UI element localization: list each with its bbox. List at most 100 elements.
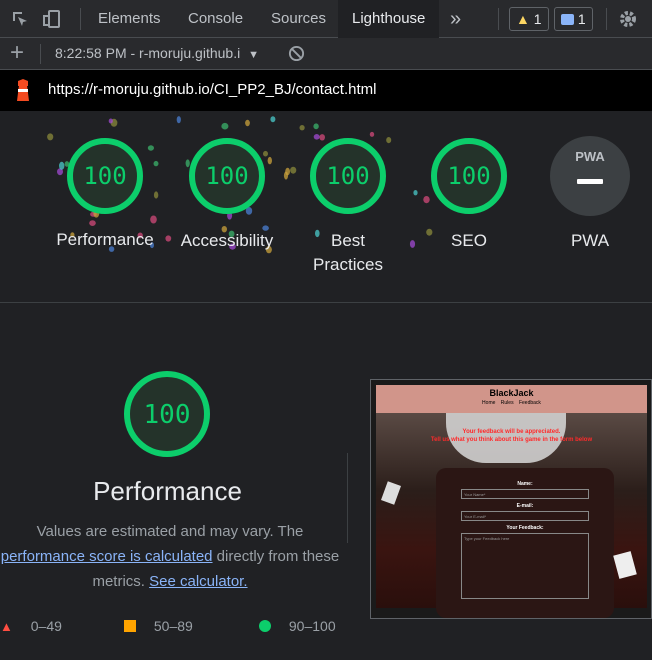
feedback-placeholder: Type your Feedback here (464, 536, 510, 541)
confetti-particle (299, 125, 305, 131)
heading-line-1: Your feedback will be appreciated. (462, 429, 561, 435)
feedback-textarea: Type your Feedback here (461, 533, 589, 599)
see-calculator-link[interactable]: See calculator. (149, 573, 247, 590)
messages-badge[interactable]: 1 (554, 7, 593, 31)
confetti-particle (59, 161, 65, 170)
section-divider (0, 302, 652, 303)
score-calculation-link[interactable]: performance score is calculated (1, 548, 213, 565)
playing-card (381, 481, 401, 505)
accessibility-label[interactable]: Accessibility (157, 229, 297, 253)
best-practices-label[interactable]: Best Practices (278, 229, 418, 277)
pwa-badge-text: PWA (575, 149, 605, 164)
feedback-label: Your Feedback: (506, 525, 544, 531)
name-placeholder: Your Name* (464, 492, 486, 497)
add-report-button[interactable]: + (10, 39, 24, 67)
confetti-particle (150, 215, 157, 224)
playing-card (613, 551, 637, 579)
seo-score: 100 (447, 162, 491, 190)
gear-icon[interactable] (618, 9, 638, 29)
warnings-count: 1 (533, 11, 542, 27)
performance-description: Values are estimated and may vary. The p… (0, 519, 340, 594)
nav-feedback: Feedback (518, 400, 541, 406)
description-text: metrics. (92, 573, 150, 590)
confetti-particle (245, 119, 250, 127)
more-tabs-button[interactable]: » (450, 0, 461, 38)
confetti-particle (89, 220, 96, 226)
casino-background: Your feedback will be appreciated. Tell … (376, 413, 647, 618)
devtools-tab-bar: Elements Console Sources Lighthouse » ▲ … (0, 0, 652, 38)
description-text: Values are estimated and may vary. The (36, 523, 304, 540)
email-label: E-mail: (516, 503, 534, 509)
performance-detail-gauge: 100 (122, 369, 212, 459)
confetti-particle (313, 123, 319, 130)
pwa-badge-circle (550, 136, 630, 216)
report-selector[interactable]: 8:22:58 PM - r-moruju.github.i ▼ (55, 45, 259, 61)
pwa-label[interactable]: PWA (520, 229, 652, 253)
best-practices-gauge[interactable]: 100 (308, 136, 388, 216)
divider (606, 8, 607, 30)
lighthouse-report: 100 Performance 100 Accessibility 100 Be… (0, 111, 652, 660)
confetti-particle (153, 160, 159, 167)
clear-icon[interactable] (288, 45, 305, 62)
performance-detail-score: 100 (143, 400, 191, 430)
divider (40, 44, 41, 64)
confetti-particle (283, 171, 289, 180)
confetti-particle (221, 122, 229, 130)
nav-home: Home (482, 400, 496, 406)
heading-line-2: Tell us what you think about this game i… (430, 437, 593, 443)
tab-lighthouse[interactable]: Lighthouse (338, 0, 440, 38)
final-screenshot[interactable]: BlackJack Home Rules Feedback Your feedb… (370, 379, 652, 619)
performance-gauge[interactable]: 100 (65, 136, 145, 216)
lighthouse-logo-icon (17, 79, 29, 101)
accessibility-gauge[interactable]: 100 (187, 136, 267, 216)
warning-icon: ▲ (516, 11, 530, 27)
tab-console[interactable]: Console (188, 0, 243, 38)
legend-pass: 90–100 (259, 618, 336, 634)
warnings-badge[interactable]: ▲ 1 (509, 7, 549, 31)
confetti-particle (47, 133, 54, 141)
messages-count: 1 (577, 11, 586, 27)
report-selector-label: 8:22:58 PM - r-moruju.github.i (55, 45, 241, 61)
pwa-badge[interactable]: PWA (550, 136, 630, 216)
description-text: directly from these (212, 548, 340, 565)
performance-label[interactable]: Performance (35, 228, 175, 252)
best-practices-score: 100 (326, 162, 370, 190)
confetti-particle (153, 191, 159, 199)
seo-label[interactable]: SEO (399, 229, 539, 253)
average-square-icon (124, 620, 136, 632)
message-icon (561, 14, 574, 25)
confetti-particle (108, 118, 113, 124)
feedback-form: Name: Your Name* E-mail: Your E-mail* Yo… (436, 468, 614, 618)
report-url[interactable]: https://r-moruju.github.io/CI_PP2_BJ/con… (48, 81, 376, 98)
seo-gauge[interactable]: 100 (429, 136, 509, 216)
site-header: BlackJack Home Rules Feedback (376, 385, 647, 413)
accessibility-score: 100 (205, 162, 249, 190)
legend-range: 90–100 (288, 618, 336, 634)
name-input: Your Name* (461, 489, 589, 499)
tab-sources[interactable]: Sources (271, 0, 326, 38)
tab-elements[interactable]: Elements (98, 0, 161, 38)
lighthouse-toolbar: + 8:22:58 PM - r-moruju.github.i ▼ (0, 38, 652, 70)
legend-fail: ▲ 0–49 (0, 618, 62, 634)
confetti-particle (176, 116, 181, 124)
report-url-bar: https://r-moruju.github.io/CI_PP2_BJ/con… (0, 70, 652, 111)
legend-range: 50–89 (153, 618, 193, 634)
email-placeholder: Your E-mail* (464, 514, 487, 519)
confetti-particle (290, 166, 297, 174)
inspect-element-icon[interactable] (10, 9, 30, 29)
device-toolbar-icon[interactable] (42, 9, 62, 29)
legend-average: 50–89 (124, 618, 193, 634)
best-practices-label-line-1: Best (330, 231, 366, 250)
divider (80, 8, 81, 30)
pass-circle-icon (259, 620, 271, 632)
performance-score: 100 (83, 162, 127, 190)
legend-range: 0–49 (30, 618, 62, 634)
dropdown-arrow-icon: ▼ (248, 49, 259, 61)
fail-triangle-icon: ▲ (0, 619, 13, 634)
site-nav: Home Rules Feedback (376, 400, 647, 406)
nav-rules: Rules (500, 400, 514, 406)
vertical-divider (347, 453, 348, 543)
email-input: Your E-mail* (461, 511, 589, 521)
confetti-particle (147, 145, 154, 151)
divider (498, 8, 499, 30)
